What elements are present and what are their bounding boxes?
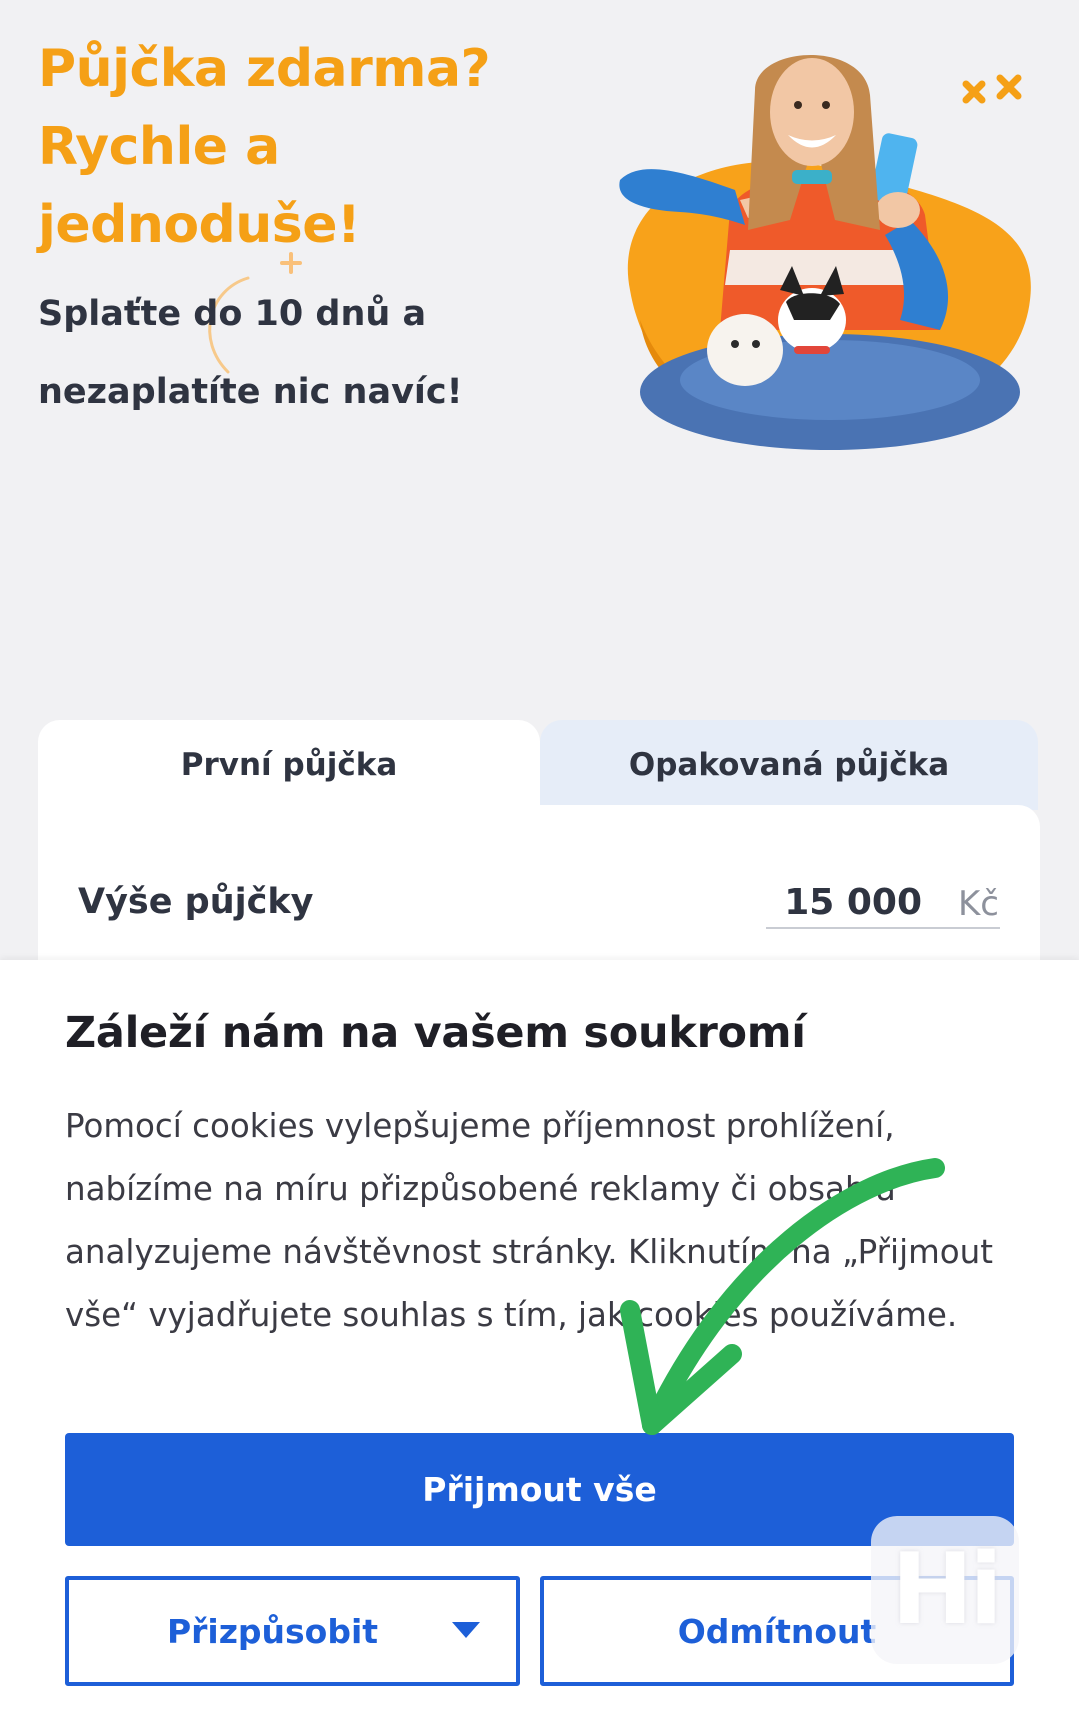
loan-amount-input[interactable]: 15 000 (766, 882, 922, 923)
tab-first-loan-label: První půjčka (180, 747, 398, 783)
accept-all-label: Přijmout vše (422, 1470, 657, 1509)
hero-title: Půjčka zdarma? Rychle a jednoduše! (38, 30, 538, 264)
tab-repeat-loan-label: Opakovaná půjčka (628, 747, 950, 783)
chevron-down-icon (452, 1622, 480, 1638)
hero-title-line: Rychle a (38, 117, 280, 177)
hero-subtitle: Splaťte do 10 dnů a nezaplatíte nic naví… (38, 275, 558, 431)
reject-label: Odmítnout (677, 1611, 877, 1651)
cookie-dialog-text: Pomocí cookies vylepšujeme příjemnost pr… (65, 1107, 993, 1334)
loan-amount-underline (766, 927, 1000, 929)
tab-repeat-loan[interactable]: Opakovaná půjčka (540, 720, 1038, 810)
hero-title-line: Půjčka zdarma? (38, 39, 491, 99)
customize-button[interactable]: Přizpůsobit (65, 1576, 520, 1686)
tab-first-loan[interactable]: První půjčka (38, 720, 540, 810)
loan-amount-label: Výše půjčky (78, 882, 314, 922)
loan-amount-unit: Kč (958, 884, 999, 924)
cookie-dialog-title: Záleží nám na vašem soukromí (65, 1008, 806, 1058)
hero-subtitle-line: nezaplatíte nic navíc! (38, 372, 463, 412)
hero-illustration (619, 55, 1031, 450)
decorative-plus-icon (280, 252, 302, 274)
customize-label: Přizpůsobit (166, 1611, 379, 1651)
hero-subtitle-line: Splaťte do 10 dnů a (38, 294, 427, 334)
accept-all-button[interactable]: Přijmout vše (65, 1433, 1014, 1546)
watermark-logo: Hi (871, 1516, 1019, 1664)
